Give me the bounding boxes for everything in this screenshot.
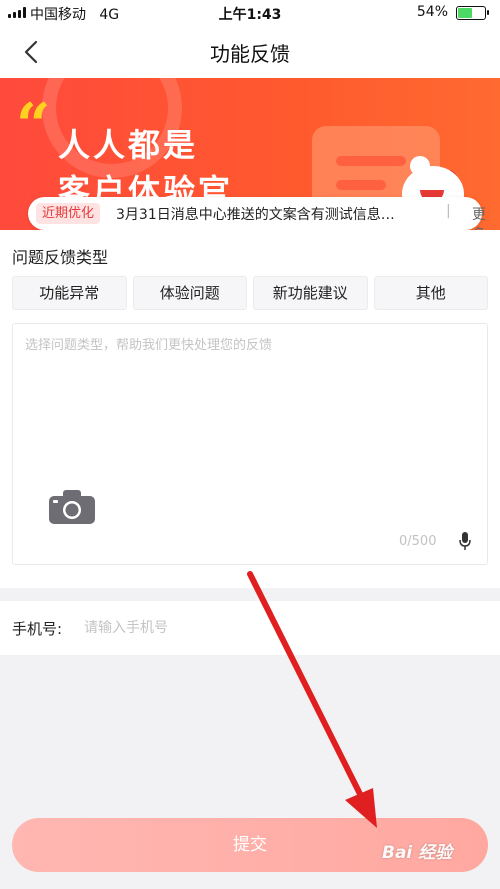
notice-bar[interactable]: 近期优化 3月31日消息中心推送的文案含有测试信息… | 更多 <box>28 197 486 243</box>
nav-bar: 功能反馈 <box>0 26 500 78</box>
watermark-logo: Bai 经验 <box>382 843 453 863</box>
feedback-type-label: 问题反馈类型 <box>12 248 109 267</box>
status-bar: 中国移动 4G 上午1:43 54% <box>0 0 500 26</box>
type-button-new-feature[interactable]: 新功能建议 <box>253 276 368 310</box>
battery-icon <box>456 6 489 20</box>
notice-text[interactable]: 3月31日消息中心推送的文案含有测试信息… <box>116 204 434 224</box>
battery-percent: 54% <box>416 4 448 20</box>
feedback-card: 问题反馈类型 功能异常 体验问题 新功能建议 其他 选择问题类型，帮助我们更快处… <box>0 230 500 588</box>
phone-label: 手机号: <box>12 620 63 638</box>
feedback-type-options: 功能异常 体验问题 新功能建议 其他 <box>12 276 488 310</box>
feedback-textarea[interactable]: 选择问题类型，帮助我们更快处理您的反馈 0/500 <box>12 323 488 565</box>
notice-tag: 近期优化 <box>36 203 101 224</box>
microphone-icon[interactable] <box>459 532 471 550</box>
camera-icon[interactable] <box>49 490 95 524</box>
char-counter: 0/500 <box>399 534 437 549</box>
phone-input[interactable] <box>84 615 384 641</box>
notice-separator: | <box>446 203 451 219</box>
type-button-function-error[interactable]: 功能异常 <box>12 276 127 310</box>
feedback-placeholder: 选择问题类型，帮助我们更快处理您的反馈 <box>25 338 273 353</box>
type-button-other[interactable]: 其他 <box>373 276 488 310</box>
type-button-experience[interactable]: 体验问题 <box>132 276 247 310</box>
phone-row: 手机号: <box>0 601 500 655</box>
page-title: 功能反馈 <box>210 42 290 66</box>
quote-mark: “ <box>16 91 51 161</box>
